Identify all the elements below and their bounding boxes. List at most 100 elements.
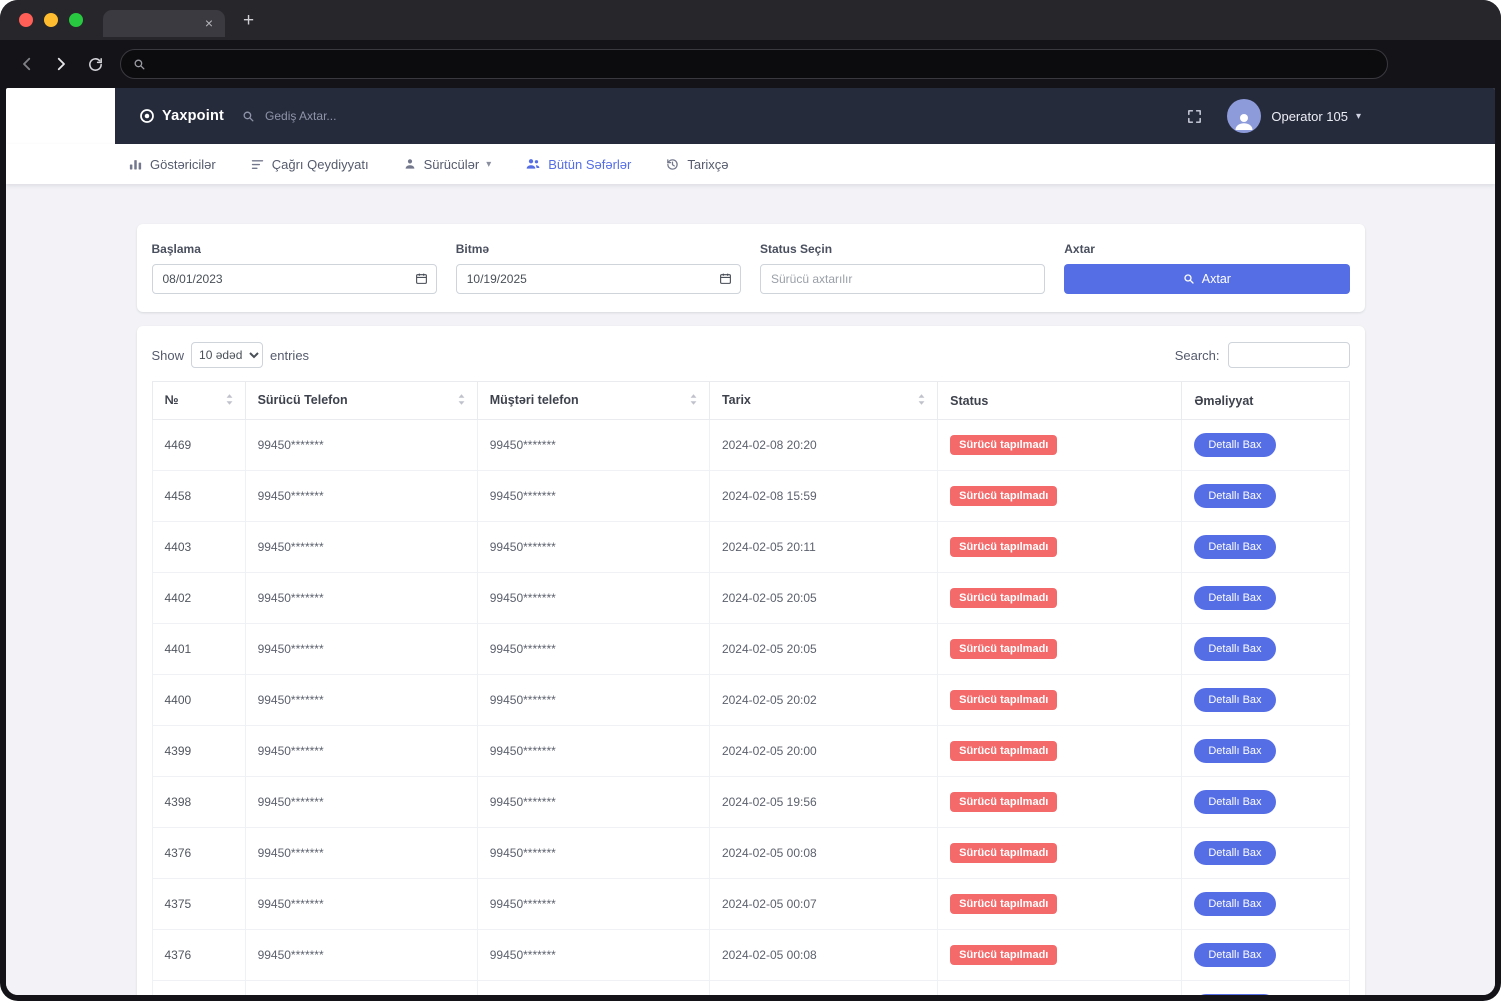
driver-phone-cell: 99450******* <box>245 726 477 777</box>
detail-button[interactable]: Detallı Bax <box>1194 433 1275 457</box>
action-cell: Detallı Bax <box>1182 573 1349 624</box>
show-label: Show <box>152 348 185 363</box>
sort-icon <box>458 394 465 408</box>
status-badge: Sürücü tapılmadı <box>950 894 1057 914</box>
tab-close-icon[interactable]: × <box>202 15 216 31</box>
status-badge: Sürücü tapılmadı <box>950 792 1057 812</box>
table-row: 4402 99450******* 99450******* 2024-02-0… <box>152 573 1349 624</box>
url-input[interactable] <box>154 56 1375 72</box>
user-name: Operator 105 <box>1271 109 1348 124</box>
trip-number-cell: 4402 <box>152 573 245 624</box>
customer-phone-cell: 99450******* <box>477 573 709 624</box>
detail-button[interactable]: Detallı Bax <box>1194 739 1275 763</box>
detail-button[interactable]: Detallı Bax <box>1194 994 1275 995</box>
call-log-icon <box>250 157 265 172</box>
reload-button[interactable] <box>78 47 112 81</box>
browser-tab[interactable]: × <box>103 10 225 37</box>
axtar-button[interactable]: Axtar <box>1064 264 1349 294</box>
avatar <box>1227 99 1261 133</box>
fullscreen-button[interactable] <box>1186 108 1203 125</box>
table-row: 4401 99450******* 99450******* 2024-02-0… <box>152 624 1349 675</box>
browser-tabbar: × + <box>0 0 1501 40</box>
status-cell: Sürücü tapılmadı <box>938 879 1182 930</box>
driver-phone-cell: 99450******* <box>245 777 477 828</box>
menu-item-cagri-qeydiyyati[interactable]: Çağrı Qeydiyyatı <box>250 157 369 172</box>
driver-phone-cell: 99450******* <box>245 420 477 471</box>
detail-button[interactable]: Detallı Bax <box>1194 688 1275 712</box>
page-size-select[interactable]: 10 ədəd <box>191 342 263 368</box>
table-row: 4376 99450******* 99450******* 2024-02-0… <box>152 828 1349 879</box>
trip-search-input[interactable] <box>263 108 413 124</box>
reload-icon <box>87 56 104 73</box>
forward-button[interactable] <box>44 47 78 81</box>
detail-button[interactable]: Detallı Bax <box>1194 892 1275 916</box>
detail-button[interactable]: Detallı Bax <box>1194 535 1275 559</box>
date-cell: 2024-02-05 20:00 <box>709 726 937 777</box>
table-search-control: Search: <box>1175 342 1350 368</box>
detail-button[interactable]: Detallı Bax <box>1194 586 1275 610</box>
end-date-input[interactable] <box>456 264 741 294</box>
fullscreen-icon <box>1186 108 1203 125</box>
entries-label: entries <box>270 348 309 363</box>
bar-chart-icon <box>128 157 143 172</box>
column-header-no[interactable]: № <box>152 382 245 420</box>
filter-card: Başlama Bitmə <box>137 224 1365 312</box>
close-window-button[interactable] <box>19 13 33 27</box>
minimize-window-button[interactable] <box>44 13 58 27</box>
column-header-customer-phone[interactable]: Müştəri telefon <box>477 382 709 420</box>
status-cell: Sürücü tapılmadı <box>938 726 1182 777</box>
user-menu[interactable]: Operator 105 ▾ <box>1227 99 1361 133</box>
column-header-date[interactable]: Tarix <box>709 382 937 420</box>
action-cell: Detallı Bax <box>1182 726 1349 777</box>
back-button[interactable] <box>10 47 44 81</box>
brand-logo[interactable]: Yaxpoint <box>139 108 224 124</box>
detail-button[interactable]: Detallı Bax <box>1194 943 1275 967</box>
table-row: 4375 99450******* 99450******* 2024-02-0… <box>152 879 1349 930</box>
detail-button[interactable]: Detallı Bax <box>1194 637 1275 661</box>
customer-phone-cell: 99450******* <box>477 981 709 996</box>
sort-icon <box>690 394 697 408</box>
start-date-input[interactable] <box>152 264 437 294</box>
detail-button[interactable]: Detallı Bax <box>1194 484 1275 508</box>
end-date-label: Bitmə <box>456 242 741 256</box>
status-select-input[interactable] <box>760 264 1045 294</box>
action-cell: Detallı Bax <box>1182 420 1349 471</box>
sort-icon <box>918 394 925 408</box>
trip-number-cell: 4401 <box>152 624 245 675</box>
status-cell: Sürücü tapılmadı <box>938 675 1182 726</box>
detail-button[interactable]: Detallı Bax <box>1194 790 1275 814</box>
customer-phone-cell: 99450******* <box>477 777 709 828</box>
page-size-control: Show 10 ədəd entries <box>152 342 310 368</box>
menu-item-gostericiler[interactable]: Göstəricilər <box>128 157 216 172</box>
date-cell: 2024-02-08 15:59 <box>709 471 937 522</box>
column-header-status[interactable]: Status <box>938 382 1182 420</box>
table-row: 4458 99450******* 99450******* 2024-02-0… <box>152 471 1349 522</box>
customer-phone-cell: 99450******* <box>477 726 709 777</box>
axtar-button-label: Axtar <box>1202 272 1231 286</box>
customer-phone-cell: 99450******* <box>477 522 709 573</box>
maximize-window-button[interactable] <box>69 13 83 27</box>
menu-item-tarixce[interactable]: Tarixçə <box>665 157 728 172</box>
customer-phone-cell: 99450******* <box>477 420 709 471</box>
address-bar[interactable] <box>120 49 1388 79</box>
menu-item-label: Sürücülər <box>424 157 480 172</box>
date-cell: 2024-02-08 20:20 <box>709 420 937 471</box>
date-cell: 2024-02-05 19:56 <box>709 777 937 828</box>
forward-icon <box>52 55 70 73</box>
action-cell: Detallı Bax <box>1182 624 1349 675</box>
detail-button[interactable]: Detallı Bax <box>1194 841 1275 865</box>
action-cell: Detallı Bax <box>1182 879 1349 930</box>
user-icon <box>1232 109 1256 133</box>
new-tab-button[interactable]: + <box>238 11 259 30</box>
axtar-label: Axtar <box>1064 242 1349 256</box>
menu-item-butun-seferler[interactable]: Bütün Səfərlər <box>525 156 631 172</box>
column-header-action[interactable]: Əməliyyat <box>1182 382 1349 420</box>
status-cell: Sürücü tapılmadı <box>938 420 1182 471</box>
customer-phone-cell: 99450******* <box>477 675 709 726</box>
table-search-input[interactable] <box>1228 342 1350 368</box>
action-cell: Detallı Bax <box>1182 930 1349 981</box>
app-content: Başlama Bitmə <box>6 184 1495 995</box>
trip-number-cell: 4400 <box>152 675 245 726</box>
menu-item-suruculer[interactable]: Sürücülər ▾ <box>403 157 492 172</box>
column-header-driver-phone[interactable]: Sürücü Telefon <box>245 382 477 420</box>
